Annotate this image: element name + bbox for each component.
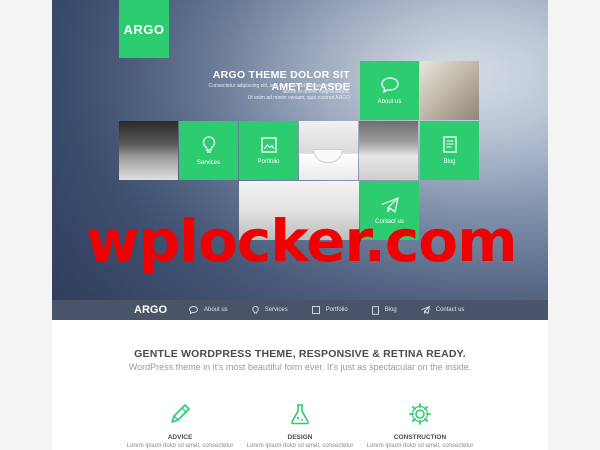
theme-preview: ARGO ARGO THEME DOLOR SIT AMET ELASDE Co… [52,0,548,450]
photo-tile-bathroom [299,121,358,180]
nav-item-contact-us[interactable]: Contact us [421,306,465,314]
nav-item-label: Contact us [435,307,465,313]
nav-item-label: About us [204,307,228,313]
nav-item-label: Portfolio [325,307,348,313]
photo-tile-kitchen [359,121,418,180]
document-icon [371,305,379,315]
picture-frame-icon [311,306,320,314]
lightbulb-icon [202,135,215,153]
bathtub-shape [313,149,343,163]
logo[interactable]: ARGO [119,0,169,58]
feature-design: DESIGN Lorem ipsum dolor sit amet, conse… [245,402,355,449]
intro-tagline: GENTLE WORDPRESS THEME, RESPONSIVE & RET… [134,348,466,360]
tile-services[interactable]: Services [179,121,238,180]
feature-title: CONSTRUCTION [393,434,447,441]
nav-item-blog[interactable]: Blog [371,305,397,315]
picture-frame-icon [260,136,277,153]
speech-bubble-icon [380,76,399,93]
feature-construction: CONSTRUCTION Lorem ipsum dolor sit amet,… [365,402,475,449]
nav-item-label: Blog [384,307,397,313]
pencil-icon [171,404,190,423]
flask-icon [291,404,309,425]
speech-bubble-icon [189,306,198,314]
document-icon [442,136,457,153]
photo-tile-livingroom [119,121,178,180]
tile-label: About us [377,98,402,105]
nav-item-services[interactable]: Services [252,305,288,315]
nav-item-label: Services [264,307,288,313]
lightbulb-icon [252,305,259,313]
paper-plane-icon [421,306,430,314]
watermark-text: wplocker.com [86,207,518,275]
hero-subtext: Consectetur adipiscing elit, sed do eius… [202,83,350,101]
intro-subline: WordPress theme in it's most beautiful f… [128,362,472,372]
photo-tile-paper [420,61,479,120]
nav-item-portfolio[interactable]: Portfolio [311,306,348,314]
hero-subtext-line: Ut enim ad minim veniam, quis nostrud AR… [247,95,350,101]
logo-text: ARGO [123,21,165,37]
tile-label: Blog [443,159,456,165]
navbar-logo[interactable]: ARGO [134,304,167,316]
feature-description: Lorem ipsum dolor sit amet, consectetur [366,443,474,449]
feature-advice: ADVICE Lorem ipsum dolor sit amet, conse… [125,402,235,449]
tile-blog[interactable]: Blog [420,121,479,180]
cog-icon [409,403,431,425]
feature-description: Lorem ipsum dolor sit amet, consectetur [126,443,234,449]
tile-label: Services [196,159,220,166]
feature-description: Lorem ipsum dolor sit amet, consectetur [246,443,354,449]
tile-portfolio[interactable]: Portfolio [239,121,298,180]
tile-label: Portfolio [257,158,280,165]
tile-about-us[interactable]: About us [360,61,419,120]
main-navbar: ARGO About us Services Portfolio Blog Co… [52,300,548,320]
nav-item-about-us[interactable]: About us [189,306,228,314]
feature-title: ADVICE [167,434,193,441]
feature-title: DESIGN [287,434,313,441]
